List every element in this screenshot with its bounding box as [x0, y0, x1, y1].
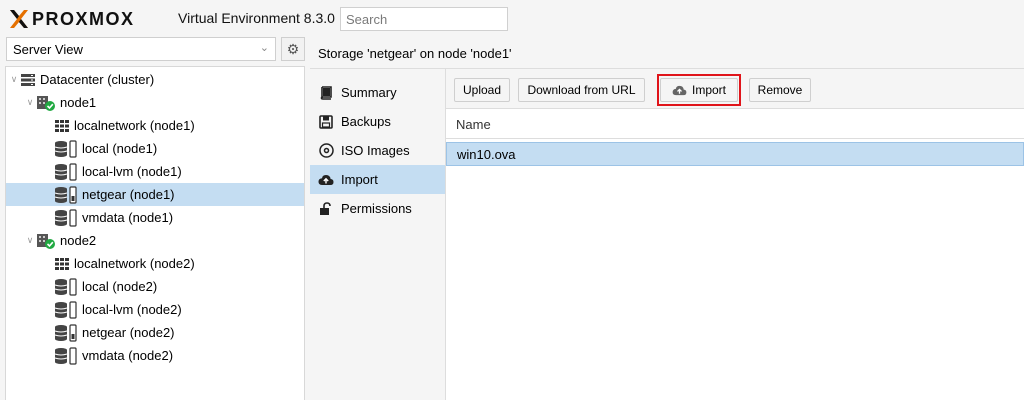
collapse-icon[interactable]: ∨: [24, 97, 36, 108]
gear-button[interactable]: ⚙: [281, 37, 305, 61]
storage-icon: [54, 185, 78, 204]
tree-item-local-node1[interactable]: local (node1): [6, 137, 304, 160]
node-online-icon: [36, 95, 56, 111]
tree-item-localnetwork-node2[interactable]: localnetwork (node2): [6, 252, 304, 275]
top-bar: PROXMOX Virtual Environment 8.3.0 Search: [0, 0, 1024, 37]
tree-item-label: node1: [60, 95, 97, 110]
tree-item-label: Datacenter (cluster): [40, 72, 155, 87]
nav-item-import[interactable]: Import: [310, 165, 445, 194]
nav-item-label: ISO Images: [341, 143, 410, 158]
highlight-box: [657, 74, 741, 106]
datacenter-icon: [20, 73, 36, 87]
toolbar: Upload Download from URL Import Remove: [446, 69, 1024, 109]
storage-icon: [54, 346, 78, 365]
tree-item-netgear-node2[interactable]: netgear (node2): [6, 321, 304, 344]
tree-item-netgear-node1[interactable]: netgear (node1): [6, 183, 304, 206]
table-cell-name: win10.ova: [457, 147, 516, 162]
tree-item-local-lvm-node2[interactable]: local-lvm (node2): [6, 298, 304, 321]
network-grid-icon: [54, 119, 70, 133]
view-selector[interactable]: Server View ⌄: [6, 37, 276, 61]
tree-item-node1[interactable]: ∨ node1: [6, 91, 304, 114]
proxmox-logo[interactable]: PROXMOX Virtual Environment 8.3.0: [8, 7, 335, 31]
unlock-icon: [318, 201, 334, 216]
import-content: Upload Download from URL Import Remove N…: [446, 69, 1024, 400]
table-row[interactable]: win10.ova: [446, 142, 1024, 166]
nav-item-label: Permissions: [341, 201, 412, 216]
storage-icon: [54, 323, 78, 342]
upload-button[interactable]: Upload: [454, 78, 510, 102]
nav-item-iso-images[interactable]: ISO Images: [310, 136, 445, 165]
download-from-url-button[interactable]: Download from URL: [518, 78, 645, 102]
gear-icon: ⚙: [286, 40, 300, 57]
storage-icon: [54, 208, 78, 227]
cloud-upload-icon: [318, 174, 334, 186]
tree-item-node2[interactable]: ∨ node2: [6, 229, 304, 252]
storage-nav: Summary Backups ISO Images Import Permis…: [310, 69, 446, 400]
nav-item-permissions[interactable]: Permissions: [310, 194, 445, 223]
tree-item-vmdata-node1[interactable]: vmdata (node1): [6, 206, 304, 229]
page-title: Storage 'netgear' on node 'node1': [310, 37, 1024, 69]
tree-item-datacenter[interactable]: ∨ Datacenter (cluster): [6, 68, 304, 91]
tree-item-label: vmdata (node1): [82, 210, 174, 225]
storage-icon: [54, 277, 78, 296]
content-panel: Storage 'netgear' on node 'node1' Summar…: [310, 37, 1024, 400]
nav-item-label: Backups: [341, 114, 391, 129]
storage-icon: [54, 300, 78, 319]
tree-item-vmdata-node2[interactable]: vmdata (node2): [6, 344, 304, 367]
collapse-icon[interactable]: ∨: [24, 235, 36, 246]
nav-item-summary[interactable]: Summary: [310, 78, 445, 107]
collapse-icon[interactable]: ∨: [8, 74, 20, 85]
view-selector-value: Server View: [13, 42, 83, 57]
tree-item-localnetwork-node1[interactable]: localnetwork (node1): [6, 114, 304, 137]
tree-item-local-lvm-node1[interactable]: local-lvm (node1): [6, 160, 304, 183]
tree-item-label: local (node2): [82, 279, 158, 294]
resource-tree: ∨ Datacenter (cluster) ∨ node1 localnetw…: [5, 66, 305, 400]
node-online-icon: [36, 233, 56, 249]
tree-item-label: vmdata (node2): [82, 348, 174, 363]
tree-item-label: localnetwork (node1): [74, 118, 195, 133]
tree-item-label: local-lvm (node1): [82, 164, 182, 179]
nav-item-label: Import: [341, 172, 378, 187]
chevron-down-icon: ⌄: [259, 42, 269, 54]
book-icon: [318, 85, 334, 100]
tree-item-label: netgear (node2): [82, 325, 175, 340]
tree-item-local-node2[interactable]: local (node2): [6, 275, 304, 298]
floppy-icon: [318, 114, 334, 129]
disc-icon: [318, 143, 334, 158]
storage-icon: [54, 139, 78, 158]
tree-item-label: local-lvm (node2): [82, 302, 182, 317]
logo-wordmark: PROXMOX: [32, 8, 135, 29]
nav-item-backups[interactable]: Backups: [310, 107, 445, 136]
search-input[interactable]: Search: [340, 7, 508, 31]
network-grid-icon: [54, 257, 70, 271]
remove-button[interactable]: Remove: [749, 78, 811, 102]
tree-item-label: node2: [60, 233, 97, 248]
product-version: Virtual Environment 8.3.0: [178, 10, 335, 26]
tree-item-label: netgear (node1): [82, 187, 175, 202]
tree-item-label: local (node1): [82, 141, 158, 156]
resource-panel: Server View ⌄ ⚙ ∨ Datacenter (cluster) ∨…: [0, 37, 305, 400]
proxmox-x-icon: [10, 10, 28, 28]
column-header-name[interactable]: Name: [446, 109, 1024, 139]
storage-icon: [54, 162, 78, 181]
nav-item-label: Summary: [341, 85, 397, 100]
tree-item-label: localnetwork (node2): [74, 256, 195, 271]
